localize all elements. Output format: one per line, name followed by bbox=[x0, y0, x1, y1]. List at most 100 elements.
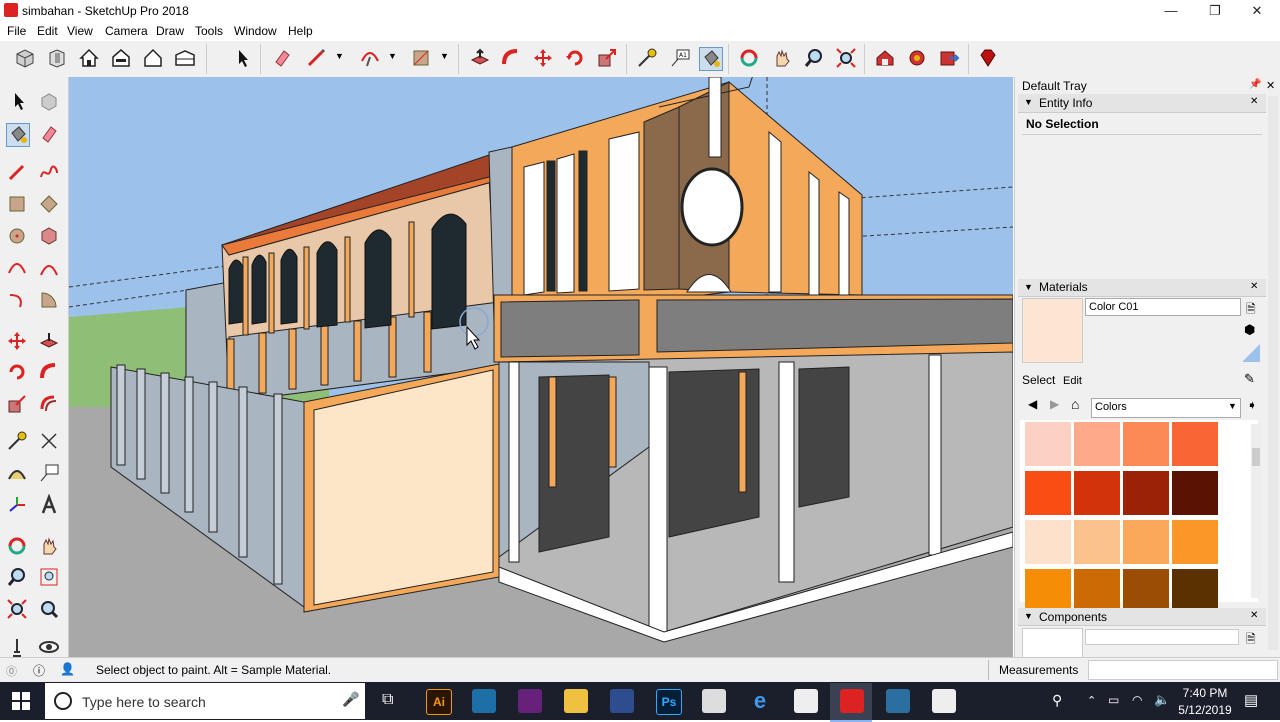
rectangle-tool-icon[interactable] bbox=[410, 47, 432, 69]
zoom-window-icon[interactable] bbox=[38, 566, 60, 588]
scroll-thumb[interactable] bbox=[1252, 448, 1260, 466]
follow-me-icon[interactable] bbox=[38, 361, 60, 383]
collapse-icon[interactable]: ▼ bbox=[1024, 282, 1033, 292]
select-tool-icon[interactable] bbox=[232, 47, 254, 69]
chevron-down-icon[interactable]: ▼ bbox=[440, 51, 449, 61]
select-tool-icon[interactable] bbox=[8, 90, 30, 112]
people-icon[interactable]: ⚲ bbox=[1052, 692, 1062, 709]
push-pull-icon[interactable] bbox=[38, 330, 60, 352]
chevron-down-icon[interactable]: ▼ bbox=[335, 51, 344, 61]
menu-view[interactable]: View bbox=[67, 24, 93, 38]
right-view-icon[interactable] bbox=[110, 47, 132, 69]
paint-bucket-icon[interactable] bbox=[6, 123, 30, 147]
drawing-viewport[interactable] bbox=[69, 77, 1013, 657]
freehand-icon[interactable] bbox=[38, 161, 60, 183]
3d-text-icon[interactable] bbox=[38, 494, 60, 516]
windows-start-icon[interactable] bbox=[12, 692, 30, 710]
user-icon[interactable]: 👤 bbox=[60, 662, 75, 676]
visual-studio-icon[interactable] bbox=[518, 689, 542, 713]
back-arrow-icon[interactable]: ◀ bbox=[1028, 397, 1037, 411]
axes-tool-icon[interactable] bbox=[6, 494, 28, 516]
orbit-icon[interactable] bbox=[738, 47, 760, 69]
material-swatch[interactable] bbox=[1074, 569, 1120, 613]
menu-draw[interactable]: Draw bbox=[156, 24, 184, 38]
minimize-button[interactable]: — bbox=[1148, 0, 1194, 21]
menu-help[interactable]: Help bbox=[288, 24, 313, 38]
rotate-tool-icon[interactable] bbox=[564, 47, 586, 69]
close-tray-icon[interactable]: ✕ bbox=[1266, 79, 1275, 92]
arc-tool-icon[interactable] bbox=[6, 257, 28, 279]
close-panel-icon[interactable]: ✕ bbox=[1250, 610, 1258, 621]
edge-icon[interactable]: e bbox=[748, 689, 772, 713]
pan-icon[interactable] bbox=[38, 535, 60, 557]
iso-view-icon[interactable] bbox=[14, 47, 36, 69]
orbit-icon[interactable] bbox=[6, 535, 28, 557]
material-swatch[interactable] bbox=[1172, 569, 1218, 613]
material-swatch[interactable] bbox=[1123, 422, 1169, 466]
pie-tool-icon[interactable] bbox=[38, 289, 60, 311]
material-swatch[interactable] bbox=[1074, 471, 1120, 515]
chevron-down-icon[interactable]: ▼ bbox=[1228, 401, 1237, 411]
rotated-rectangle-icon[interactable] bbox=[38, 193, 60, 215]
tape-measure-icon[interactable] bbox=[636, 47, 658, 69]
credits-icon[interactable]: ⓘ bbox=[33, 662, 45, 679]
close-panel-icon[interactable]: ✕ bbox=[1250, 281, 1258, 292]
task-view-icon[interactable]: ⧉ bbox=[382, 691, 393, 709]
component-name-input[interactable] bbox=[1085, 629, 1239, 645]
position-camera-icon[interactable] bbox=[6, 636, 28, 658]
offset-tool-icon[interactable] bbox=[38, 393, 60, 415]
tray-scrollbar[interactable] bbox=[1268, 96, 1278, 650]
make-component-icon[interactable] bbox=[38, 90, 60, 112]
previous-view-icon[interactable] bbox=[38, 598, 60, 620]
file-explorer-icon[interactable] bbox=[564, 689, 588, 713]
top-view-icon[interactable] bbox=[46, 47, 68, 69]
illustrator-icon[interactable]: Ai bbox=[426, 689, 452, 715]
material-swatch[interactable] bbox=[1172, 422, 1218, 466]
front-view-icon[interactable] bbox=[78, 47, 100, 69]
sketchup-icon[interactable] bbox=[840, 689, 864, 713]
sample-paint-icon[interactable] bbox=[1242, 344, 1260, 362]
arc-tool-icon[interactable] bbox=[359, 47, 381, 69]
tape-measure-icon[interactable] bbox=[6, 430, 28, 452]
eraser-icon[interactable] bbox=[38, 123, 60, 145]
move-tool-icon[interactable] bbox=[6, 330, 28, 352]
mail-icon[interactable] bbox=[794, 689, 818, 713]
details-arrow-icon[interactable]: ➧ bbox=[1247, 398, 1257, 412]
store-icon[interactable] bbox=[702, 689, 726, 713]
two-point-arc-icon[interactable] bbox=[38, 257, 60, 279]
create-component-icon[interactable]: 🗎 bbox=[1246, 630, 1256, 651]
left-view-icon[interactable] bbox=[174, 47, 196, 69]
clock-date[interactable]: 5/12/2019 bbox=[1172, 703, 1238, 717]
maximize-button[interactable]: ❐ bbox=[1192, 0, 1238, 21]
material-swatch[interactable] bbox=[1074, 520, 1120, 564]
material-swatch[interactable] bbox=[1172, 520, 1218, 564]
infinity-app-icon[interactable] bbox=[610, 689, 634, 713]
dimension-tool-icon[interactable] bbox=[38, 430, 60, 452]
material-swatch[interactable] bbox=[1123, 471, 1169, 515]
forward-arrow-icon[interactable]: ▶ bbox=[1050, 397, 1059, 411]
look-around-icon[interactable] bbox=[38, 636, 60, 658]
text-tool-icon[interactable] bbox=[38, 462, 60, 484]
material-swatch[interactable] bbox=[1172, 471, 1218, 515]
clock-time[interactable]: 7:40 PM bbox=[1180, 686, 1230, 700]
microphone-icon[interactable]: 🎤 bbox=[342, 691, 359, 708]
material-swatch[interactable] bbox=[1123, 569, 1169, 613]
line-tool-icon[interactable] bbox=[305, 47, 327, 69]
collapse-icon[interactable]: ▼ bbox=[1024, 611, 1033, 621]
material-name-input[interactable] bbox=[1085, 298, 1241, 316]
material-swatch[interactable] bbox=[1074, 422, 1120, 466]
material-swatch[interactable] bbox=[1025, 569, 1071, 613]
eraser-icon[interactable] bbox=[271, 47, 293, 69]
tab-edit[interactable]: Edit bbox=[1063, 375, 1082, 387]
zoom-extents-icon[interactable] bbox=[6, 598, 28, 620]
material-swatch[interactable] bbox=[1025, 471, 1071, 515]
extension-warehouse-icon[interactable] bbox=[906, 47, 928, 69]
home-icon[interactable]: ⌂ bbox=[1071, 396, 1079, 412]
rectangle-tool-icon[interactable] bbox=[6, 193, 28, 215]
volume-icon[interactable]: 🔈 bbox=[1154, 692, 1170, 708]
menu-tools[interactable]: Tools bbox=[195, 24, 223, 38]
circle-tool-icon[interactable] bbox=[6, 225, 28, 247]
menu-edit[interactable]: Edit bbox=[37, 24, 58, 38]
collapse-icon[interactable]: ▼ bbox=[1024, 97, 1033, 107]
follow-me-icon[interactable] bbox=[500, 47, 522, 69]
